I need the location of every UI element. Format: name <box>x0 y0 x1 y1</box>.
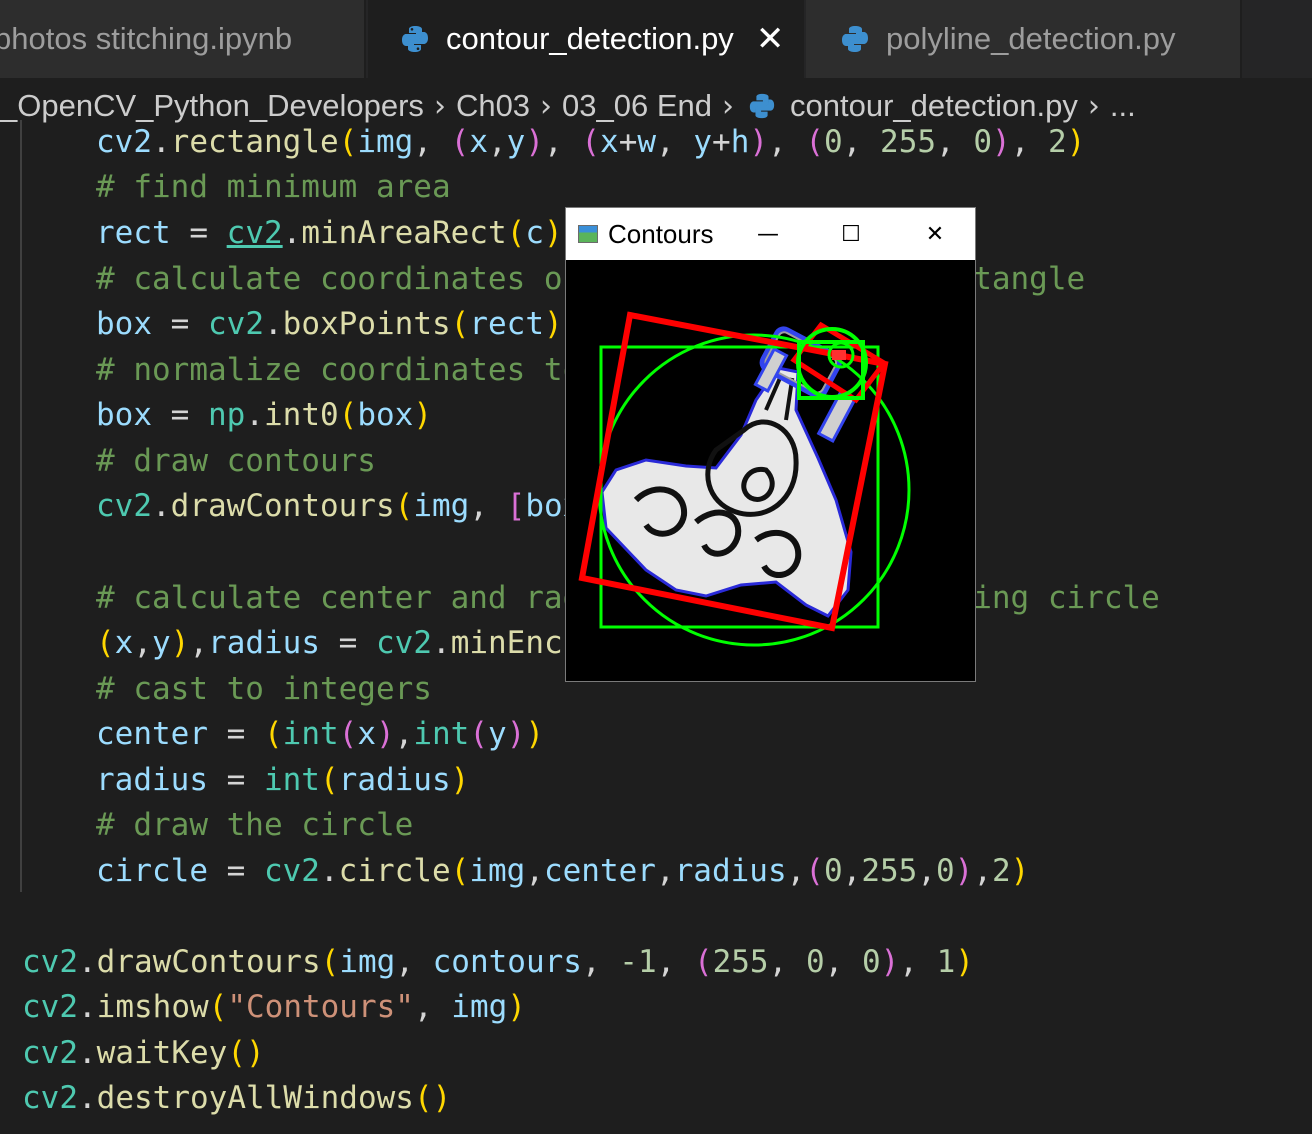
tab-label: polyline_detection.py <box>886 21 1176 56</box>
code-line: cv2.rectangle(img, (x,y), (x+w, y+h), (0… <box>96 124 1086 160</box>
close-window-button[interactable]: ✕ <box>905 208 965 260</box>
python-file-icon <box>842 26 868 52</box>
code-line: circle = cv2.circle(img,center,radius,(0… <box>96 853 1030 889</box>
chevron-right-icon: › <box>433 88 446 124</box>
app-icon <box>578 225 598 243</box>
tab-label: photos stitching.ipynb <box>0 21 293 56</box>
code-line: rect = cv2.minAreaRect(c) <box>96 215 563 251</box>
breadcrumb-item[interactable]: Ch03 <box>456 88 530 124</box>
code-comment: # cast to integers <box>96 671 432 707</box>
chevron-right-icon: › <box>722 88 735 124</box>
tab-polyline-detection[interactable]: polyline_detection.py <box>806 0 1242 78</box>
maximize-button[interactable]: ☐ <box>821 208 881 260</box>
chevron-right-icon: › <box>1087 88 1100 124</box>
code-line: cv2.drawContours(img, contours, -1, (255… <box>22 944 974 980</box>
code-line: box = cv2.boxPoints(rect) <box>96 306 563 342</box>
code-line: cv2.waitKey() <box>22 1035 265 1071</box>
code-comment: # draw contours <box>96 443 376 479</box>
breadcrumb-item[interactable]: _OpenCV_Python_Developers <box>0 88 424 124</box>
window-title: Contours <box>608 218 714 249</box>
tab-label: contour_detection.py <box>446 21 734 56</box>
breadcrumb-item[interactable]: 03_06 End <box>562 88 712 124</box>
code-comment: # draw the circle <box>96 807 414 843</box>
minimize-button[interactable]: — <box>738 208 798 260</box>
code-line: center = (int(x),int(y)) <box>96 716 545 752</box>
tab-contour-detection[interactable]: contour_detection.py ✕ <box>368 0 804 78</box>
code-line: box = np.int0(box) <box>96 397 432 433</box>
code-line: cv2.imshow("Contours", img) <box>22 989 526 1025</box>
contour-image <box>578 311 911 647</box>
code-comment: # find minimum area <box>96 169 451 205</box>
hammer-image <box>600 326 858 618</box>
breadcrumb-more[interactable]: ... <box>1110 88 1136 124</box>
window-titlebar[interactable]: Contours — ☐ ✕ <box>566 208 975 260</box>
tab-photos-stitching[interactable]: photos stitching.ipynb <box>0 0 366 78</box>
python-file-icon <box>749 93 775 119</box>
editor-tab-bar: photos stitching.ipynb contour_detection… <box>0 0 1312 78</box>
image-canvas <box>566 260 975 681</box>
python-file-icon <box>402 26 428 52</box>
tiny-rectangle <box>832 350 846 360</box>
chevron-right-icon: › <box>540 88 553 124</box>
close-tab-icon[interactable]: ✕ <box>756 22 785 56</box>
code-line: cv2.destroyAllWindows() <box>22 1080 452 1116</box>
code-line: radius = int(radius) <box>96 762 470 798</box>
breadcrumb-item[interactable]: contour_detection.py <box>790 88 1078 124</box>
contours-window[interactable]: Contours — ☐ ✕ <box>565 207 976 682</box>
